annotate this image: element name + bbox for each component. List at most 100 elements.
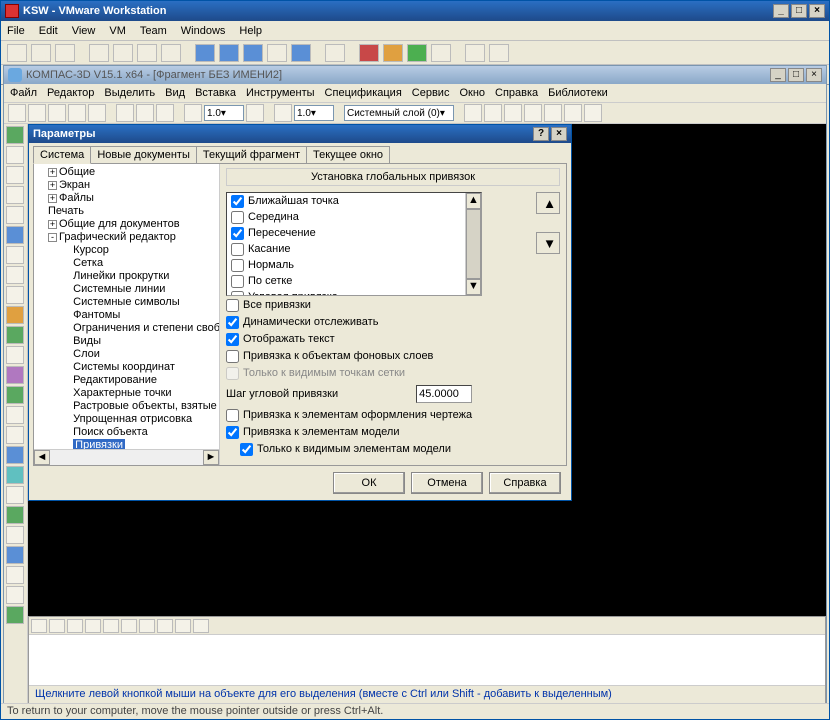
vmware-menu-vm[interactable]: VM	[109, 25, 126, 37]
angle-step-input[interactable]	[416, 385, 472, 403]
kompas-menubar[interactable]: ФайлРедакторВыделитьВидВставкаИнструмент…	[4, 84, 826, 102]
snap-row[interactable]: По сетке	[227, 273, 465, 289]
toolbar-icon[interactable]	[243, 44, 263, 62]
kompas-menu-item[interactable]: Редактор	[47, 87, 94, 99]
tb-icon[interactable]	[464, 104, 482, 122]
tree-node[interactable]: Системные символы	[38, 296, 219, 309]
side-tool-icon[interactable]	[6, 146, 24, 164]
side-tool-icon[interactable]	[6, 206, 24, 224]
ok-button[interactable]: ОК	[333, 472, 405, 494]
side-tool-icon[interactable]	[6, 346, 24, 364]
toolbar-icon[interactable]	[113, 44, 133, 62]
bg-layers-checkbox[interactable]	[226, 350, 239, 363]
side-tool-icon[interactable]	[6, 166, 24, 184]
btm-icon[interactable]	[67, 619, 83, 633]
zoom1-dropdown[interactable]: 1.0▾	[204, 105, 244, 121]
tree-node[interactable]: +Общие	[38, 166, 219, 179]
side-tool-icon[interactable]	[6, 546, 24, 564]
snap-checkbox[interactable]	[231, 227, 244, 240]
dialog-tab[interactable]: Система	[33, 146, 91, 164]
tree-node[interactable]: Фантомы	[38, 309, 219, 322]
snap-checkbox[interactable]	[231, 243, 244, 256]
tb-paste-icon[interactable]	[156, 104, 174, 122]
side-tool-icon[interactable]	[6, 226, 24, 244]
vm-play-icon[interactable]	[407, 44, 427, 62]
snap-row[interactable]: Нормаль	[227, 257, 465, 273]
side-tool-icon[interactable]	[6, 526, 24, 544]
tree-node[interactable]: Поиск объекта	[38, 426, 219, 439]
snap-checkbox[interactable]	[231, 211, 244, 224]
tree-node[interactable]: +Общие для документов	[38, 218, 219, 231]
kompas-menu-item[interactable]: Библиотеки	[548, 87, 608, 99]
snaps-listbox[interactable]: Ближайшая точкаСерединаПересечениеКасани…	[226, 192, 482, 296]
btm-icon[interactable]	[139, 619, 155, 633]
toolbar-icon[interactable]	[161, 44, 181, 62]
help-button[interactable]: Справка	[489, 472, 561, 494]
model-visible-only-checkbox[interactable]	[240, 443, 253, 456]
snap-row[interactable]: Пересечение	[227, 225, 465, 241]
tree-node[interactable]: Ограничения и степени свободы	[38, 322, 219, 335]
vmware-maximize-button[interactable]: □	[791, 4, 807, 18]
tree-node[interactable]: +Экран	[38, 179, 219, 192]
snap-row[interactable]: Угловая привязка	[227, 289, 465, 296]
tb-icon[interactable]	[484, 104, 502, 122]
snap-row[interactable]: Середина	[227, 209, 465, 225]
tb-open-icon[interactable]	[28, 104, 46, 122]
snap-row[interactable]: Касание	[227, 241, 465, 257]
side-tool-icon[interactable]	[6, 566, 24, 584]
toolbar-icon[interactable]	[7, 44, 27, 62]
vmware-minimize-button[interactable]: _	[773, 4, 789, 18]
dialog-tab[interactable]: Новые документы	[90, 146, 197, 163]
kompas-toolbar[interactable]: 1.0▾ 1.0▾ Системный слой (0)▾	[4, 102, 826, 124]
toolbar-icon[interactable]	[291, 44, 311, 62]
vmware-menu-view[interactable]: View	[72, 25, 96, 37]
side-tool-icon[interactable]	[6, 366, 24, 384]
side-tool-icon[interactable]	[6, 466, 24, 484]
scroll-left-icon[interactable]: ◄	[34, 450, 50, 465]
tb-zoomout-icon[interactable]	[184, 104, 202, 122]
side-tool-icon[interactable]	[6, 406, 24, 424]
tree-node[interactable]: Упрощенная отрисовка	[38, 413, 219, 426]
kompas-menu-item[interactable]: Окно	[459, 87, 485, 99]
kompas-menu-item[interactable]: Спецификация	[325, 87, 402, 99]
toolbar-icon[interactable]	[55, 44, 75, 62]
btm-icon[interactable]	[121, 619, 137, 633]
tb-preview-icon[interactable]	[88, 104, 106, 122]
kompas-menu-item[interactable]: Справка	[495, 87, 538, 99]
kompas-minimize-button[interactable]: _	[770, 68, 786, 82]
side-tool-icon[interactable]	[6, 446, 24, 464]
toolbar-icon[interactable]	[31, 44, 51, 62]
side-tool-icon[interactable]	[6, 606, 24, 624]
side-tool-icon[interactable]	[6, 266, 24, 284]
tree-node[interactable]: Системные линии	[38, 283, 219, 296]
side-tool-icon[interactable]	[6, 246, 24, 264]
btm-icon[interactable]	[103, 619, 119, 633]
tree-node[interactable]: -Графический редактор	[38, 231, 219, 244]
tree-node[interactable]: Линейки прокрутки	[38, 270, 219, 283]
tree-node[interactable]: Растровые объекты, взятые в документ	[38, 400, 219, 413]
kompas-maximize-button[interactable]: □	[788, 68, 804, 82]
tb-icon[interactable]	[584, 104, 602, 122]
kompas-workspace[interactable]: Параметры ? × СистемаНовые документыТеку…	[28, 124, 826, 704]
all-snaps-checkbox[interactable]	[226, 299, 239, 312]
move-up-button[interactable]: ▲	[536, 192, 560, 214]
vmware-menu-help[interactable]: Help	[239, 25, 262, 37]
btm-icon[interactable]	[85, 619, 101, 633]
side-tool-icon[interactable]	[6, 326, 24, 344]
tb-icon[interactable]	[504, 104, 522, 122]
tb-icon[interactable]	[564, 104, 582, 122]
tb-print-icon[interactable]	[68, 104, 86, 122]
toolbar-icon[interactable]	[431, 44, 451, 62]
vmware-titlebar[interactable]: KSW - VMware Workstation _ □ ×	[1, 1, 829, 21]
tree-node[interactable]: Системы координат	[38, 361, 219, 374]
snap-row[interactable]: Ближайшая точка	[227, 193, 465, 209]
tree-node[interactable]: Сетка	[38, 257, 219, 270]
tb-copy-icon[interactable]	[136, 104, 154, 122]
kompas-menu-item[interactable]: Выделить	[104, 87, 155, 99]
tree-node[interactable]: Виды	[38, 335, 219, 348]
dialog-tab[interactable]: Текущий фрагмент	[196, 146, 307, 163]
model-elements-checkbox[interactable]	[226, 426, 239, 439]
kompas-menu-item[interactable]: Вставка	[195, 87, 236, 99]
toolbar-icon[interactable]	[195, 44, 215, 62]
vmware-menu-windows[interactable]: Windows	[181, 25, 226, 37]
